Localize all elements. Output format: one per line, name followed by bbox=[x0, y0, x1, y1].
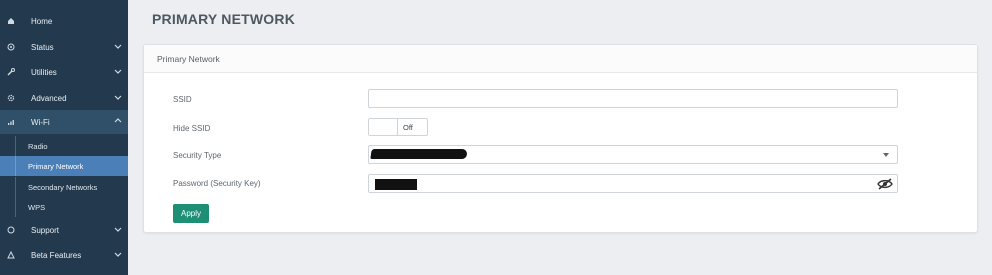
sidebar-item-support[interactable]: Support bbox=[0, 218, 128, 242]
sidebar-subitem-secondary-networks[interactable]: Secondary Networks bbox=[0, 177, 128, 197]
ssid-label: SSID bbox=[173, 95, 192, 104]
sidebar-item-label: Support bbox=[31, 225, 60, 235]
page-title: PRIMARY NETWORK bbox=[152, 11, 295, 27]
sidebar-item-advanced[interactable]: Advanced bbox=[0, 86, 128, 110]
eye-slash-icon[interactable] bbox=[877, 178, 893, 190]
redaction-mark bbox=[370, 149, 468, 159]
subnav-line bbox=[15, 156, 16, 176]
sidebar-subitem-radio[interactable]: Radio bbox=[0, 136, 128, 156]
sidebar-subitem-label: Secondary Networks bbox=[28, 182, 98, 192]
toggle-state: Off bbox=[403, 123, 413, 132]
card-title: Primary Network bbox=[157, 54, 220, 64]
sidebar-item-label: Advanced bbox=[31, 93, 67, 103]
subnav-line bbox=[15, 136, 16, 156]
sidebar-subitem-label: WPS bbox=[28, 202, 46, 212]
sidebar-item-home[interactable]: Home bbox=[0, 9, 128, 33]
hide-ssid-toggle[interactable]: Off bbox=[368, 118, 428, 136]
sidebar-item-label: Beta Features bbox=[31, 250, 82, 260]
wifi-icon bbox=[7, 118, 15, 126]
sidebar-item-label: Home bbox=[31, 16, 53, 26]
sidebar: Home Status Utilities Advanced Wi-Fi Rad… bbox=[0, 0, 128, 275]
sidebar-item-utilities[interactable]: Utilities bbox=[0, 60, 128, 84]
security-type-select[interactable] bbox=[368, 145, 898, 164]
subnav-line bbox=[15, 197, 16, 217]
sidebar-item-label: Utilities bbox=[31, 67, 57, 77]
apply-button[interactable]: Apply bbox=[173, 204, 209, 223]
chevron-down-icon bbox=[114, 44, 122, 49]
sidebar-subitem-wps[interactable]: WPS bbox=[0, 197, 128, 217]
sidebar-subitem-primary-network[interactable]: Primary Network bbox=[0, 156, 128, 176]
caret-down-icon bbox=[883, 153, 889, 157]
redaction-mark bbox=[375, 179, 417, 190]
ssid-input[interactable] bbox=[368, 89, 898, 108]
sidebar-item-status[interactable]: Status bbox=[0, 35, 128, 59]
warning-icon bbox=[7, 251, 15, 259]
chevron-down-icon bbox=[114, 95, 122, 100]
wrench-icon bbox=[7, 68, 15, 76]
sidebar-item-label: Wi-Fi bbox=[31, 117, 50, 127]
chevron-down-icon bbox=[114, 252, 122, 257]
hide-ssid-label: Hide SSID bbox=[173, 124, 211, 133]
sidebar-item-wifi[interactable]: Wi-Fi bbox=[0, 110, 128, 134]
home-icon bbox=[7, 17, 15, 25]
chevron-down-icon bbox=[114, 69, 122, 74]
subnav-line bbox=[15, 177, 16, 197]
password-label: Password (Security Key) bbox=[173, 179, 261, 188]
sidebar-subitem-label: Primary Network bbox=[28, 161, 84, 171]
chevron-up-icon bbox=[114, 118, 122, 123]
gear-icon bbox=[7, 94, 15, 102]
card-header: Primary Network bbox=[144, 45, 977, 73]
sidebar-subitem-label: Radio bbox=[28, 141, 48, 151]
sidebar-item-beta-features[interactable]: Beta Features bbox=[0, 243, 128, 267]
status-icon bbox=[7, 43, 15, 51]
support-icon bbox=[7, 226, 15, 234]
password-input[interactable] bbox=[368, 174, 898, 193]
sidebar-item-label: Status bbox=[31, 42, 54, 52]
security-type-label: Security Type bbox=[173, 151, 222, 160]
primary-network-card: Primary Network SSID Hide SSID Off Secur… bbox=[143, 44, 978, 233]
chevron-down-icon bbox=[114, 227, 122, 232]
toggle-knob bbox=[369, 119, 398, 135]
